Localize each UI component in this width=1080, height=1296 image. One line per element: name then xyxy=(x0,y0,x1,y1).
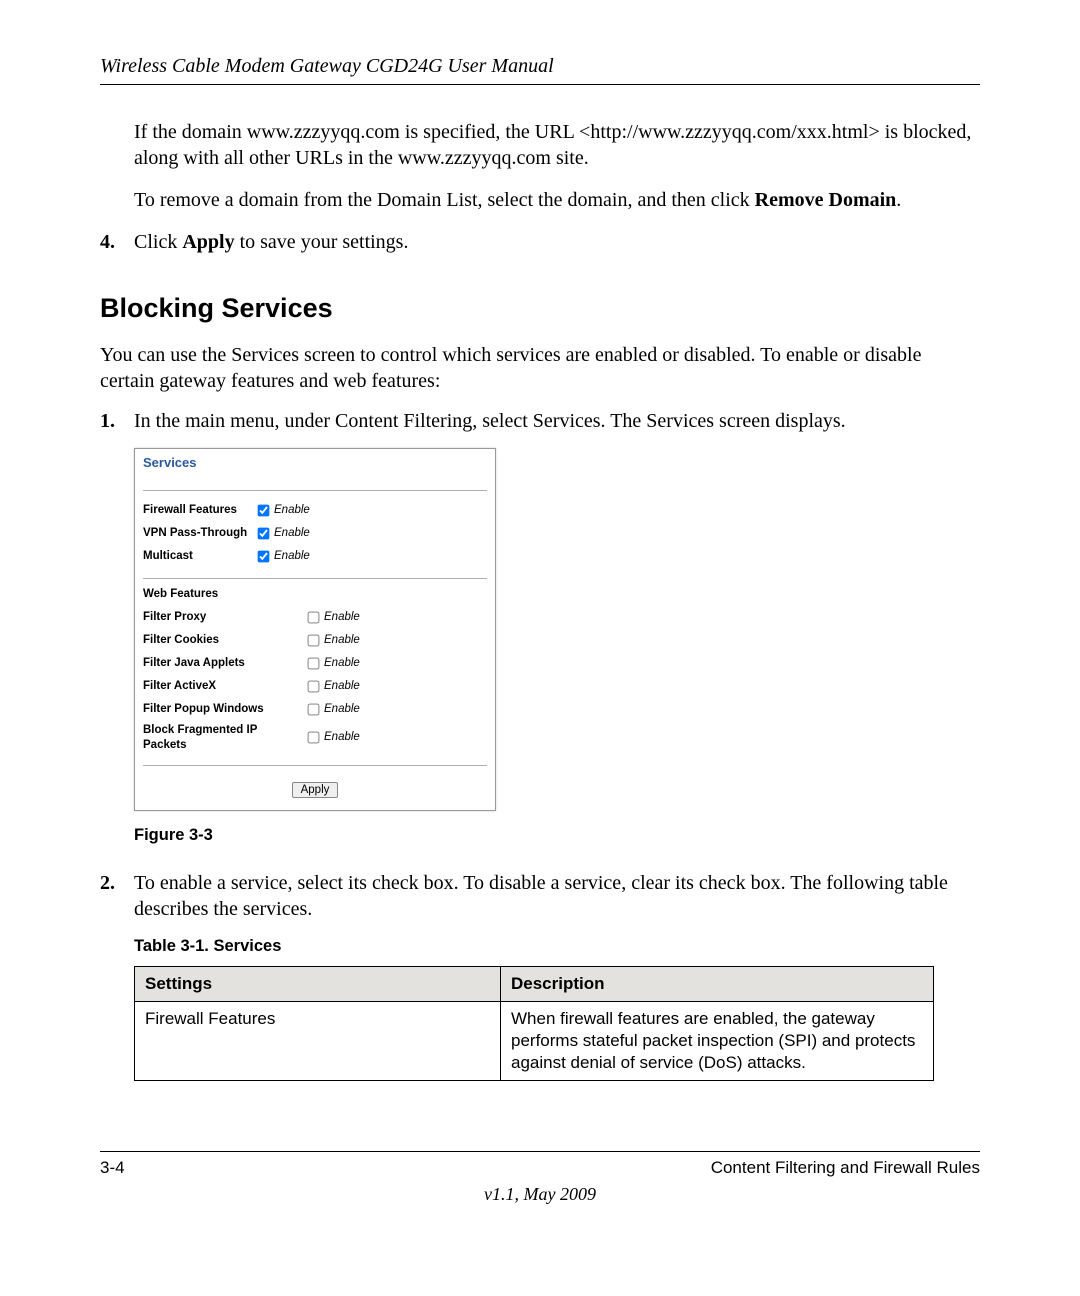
firewall-features-checkbox[interactable] xyxy=(258,505,270,517)
filter-activex-label: Filter ActiveX xyxy=(143,679,303,694)
filter-java-enable: Enable xyxy=(324,656,360,671)
vpn-passthrough-row: VPN Pass-Through Enable xyxy=(143,522,487,545)
block-fragmented-checkbox[interactable] xyxy=(308,732,320,744)
step-2: 2. To enable a service, select its check… xyxy=(100,870,980,922)
firewall-features-label: Firewall Features xyxy=(143,503,253,518)
filter-java-row: Filter Java Applets Enable xyxy=(143,652,487,675)
table-row: Firewall Features When firewall features… xyxy=(135,1001,934,1080)
step-4-post: to save your settings. xyxy=(235,231,409,253)
firewall-features-row: Firewall Features Enable xyxy=(143,499,487,522)
filter-popup-checkbox[interactable] xyxy=(308,704,320,716)
step-4-num: 4. xyxy=(100,229,134,255)
domain-example-text: If the domain www.zzzyyqq.com is specifi… xyxy=(134,119,980,171)
step-4-bold: Apply xyxy=(182,231,234,253)
filter-cookies-label: Filter Cookies xyxy=(143,633,303,648)
filter-popup-label: Filter Popup Windows xyxy=(143,702,303,717)
remove-bold: Remove Domain xyxy=(755,189,897,211)
filter-activex-row: Filter ActiveX Enable xyxy=(143,675,487,698)
remove-pre: To remove a domain from the Domain List,… xyxy=(134,189,755,211)
th-description: Description xyxy=(501,966,934,1001)
figure-caption: Figure 3-3 xyxy=(134,825,980,846)
cell-firewall-desc: When firewall features are enabled, the … xyxy=(501,1001,934,1080)
intro-text: You can use the Services screen to contr… xyxy=(100,342,980,394)
vpn-passthrough-label: VPN Pass-Through xyxy=(143,526,253,541)
vpn-passthrough-checkbox[interactable] xyxy=(258,528,270,540)
step-1-num: 1. xyxy=(100,408,134,434)
filter-cookies-enable: Enable xyxy=(324,633,360,648)
filter-java-checkbox[interactable] xyxy=(308,658,320,670)
remove-post: . xyxy=(896,189,901,211)
section-heading: Blocking Services xyxy=(100,291,980,326)
block-fragmented-row: Block Fragmented IP Packets Enable xyxy=(143,721,487,755)
multicast-row: Multicast Enable xyxy=(143,545,487,568)
filter-cookies-checkbox[interactable] xyxy=(308,635,320,647)
filter-activex-enable: Enable xyxy=(324,679,360,694)
firewall-features-enable: Enable xyxy=(274,503,310,518)
multicast-enable: Enable xyxy=(274,549,310,564)
footer-section: Content Filtering and Firewall Rules xyxy=(711,1158,980,1178)
filter-activex-checkbox[interactable] xyxy=(308,681,320,693)
filter-java-label: Filter Java Applets xyxy=(143,656,303,671)
filter-proxy-checkbox[interactable] xyxy=(308,612,320,624)
web-features-heading: Web Features xyxy=(135,579,495,604)
services-panel-title: Services xyxy=(135,449,495,476)
step-2-num: 2. xyxy=(100,870,134,922)
footer-page-num: 3-4 xyxy=(100,1158,125,1178)
services-screenshot: Services Firewall Features Enable VPN Pa… xyxy=(134,448,496,811)
vpn-passthrough-enable: Enable xyxy=(274,526,310,541)
filter-popup-enable: Enable xyxy=(324,702,360,717)
step-2-text: To enable a service, select its check bo… xyxy=(134,870,980,922)
filter-proxy-enable: Enable xyxy=(324,610,360,625)
cell-firewall-setting: Firewall Features xyxy=(135,1001,501,1080)
remove-domain-text: To remove a domain from the Domain List,… xyxy=(134,187,980,213)
doc-header: Wireless Cable Modem Gateway CGD24G User… xyxy=(100,55,980,85)
filter-popup-row: Filter Popup Windows Enable xyxy=(143,698,487,721)
step-1-text: In the main menu, under Content Filterin… xyxy=(134,408,846,434)
filter-proxy-row: Filter Proxy Enable xyxy=(143,606,487,629)
step-4-pre: Click xyxy=(134,231,182,253)
step-1: 1. In the main menu, under Content Filte… xyxy=(100,408,980,434)
apply-button[interactable]: Apply xyxy=(292,782,339,798)
block-fragmented-label: Block Fragmented IP Packets xyxy=(143,723,303,753)
step-4: 4. Click Apply to save your settings. xyxy=(100,229,980,255)
block-fragmented-enable: Enable xyxy=(324,730,360,745)
services-table: Settings Description Firewall Features W… xyxy=(134,966,934,1081)
page-footer: 3-4 Content Filtering and Firewall Rules xyxy=(100,1151,980,1178)
multicast-checkbox[interactable] xyxy=(258,551,270,563)
table-caption: Table 3-1. Services xyxy=(134,936,980,957)
footer-version: v1.1, May 2009 xyxy=(100,1184,980,1205)
filter-cookies-row: Filter Cookies Enable xyxy=(143,629,487,652)
th-settings: Settings xyxy=(135,966,501,1001)
filter-proxy-label: Filter Proxy xyxy=(143,610,303,625)
multicast-label: Multicast xyxy=(143,549,253,564)
